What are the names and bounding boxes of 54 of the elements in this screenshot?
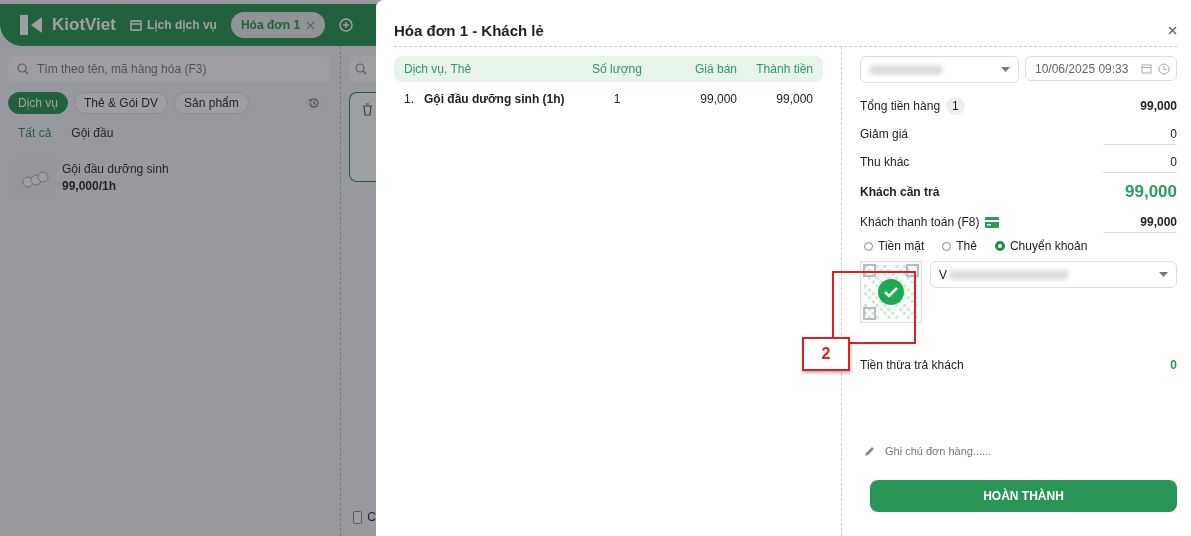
column-header: Dịch vụ, Thẻ <box>404 62 473 76</box>
logo-icon <box>20 13 44 37</box>
summary-label: Giảm giá <box>860 127 909 141</box>
column-header: Thành tiền <box>755 62 813 76</box>
close-icon[interactable] <box>306 20 316 30</box>
category-chip[interactable]: Thẻ & Gói DV <box>74 92 169 114</box>
column-header: Số lượng <box>591 62 643 76</box>
caret-icon <box>1159 272 1168 277</box>
summary-label: Thu khác <box>860 155 910 169</box>
payment-method-radio[interactable]: Thẻ <box>942 239 977 253</box>
table-cell-text: 99,000 <box>699 92 737 106</box>
category-chip[interactable]: Sản phẩm <box>174 92 249 114</box>
calendar-icon <box>129 19 142 31</box>
pencil-icon <box>864 445 875 457</box>
checkbox-label: C <box>367 510 376 524</box>
count-badge: 1 <box>946 97 965 115</box>
service-name: Gội đầu dưỡng sinh (1h) <box>424 92 565 106</box>
summary-value: 99,000 <box>1140 99 1177 113</box>
column-header: Giá bán <box>693 62 737 76</box>
checkbox[interactable] <box>353 510 363 524</box>
qr-code-drawing <box>860 261 922 323</box>
add-icon[interactable] <box>339 18 354 32</box>
search-input[interactable]: Tìm theo tên, mã hàng hóa (F3) <box>35 61 321 77</box>
summary-label: Khách thanh toán (F8) <box>860 215 980 229</box>
table-cell-text: 99,000 <box>775 92 813 106</box>
bank-account-dropdown[interactable]: V <box>930 261 1177 288</box>
history-icon[interactable] <box>306 95 322 111</box>
dialog-title: Hóa đơn 1 - Khách lẻ <box>394 21 544 39</box>
search-icon[interactable] <box>355 63 367 75</box>
trash-icon[interactable] <box>362 103 373 116</box>
calendar-icon[interactable] <box>1141 63 1152 74</box>
search-icon <box>17 63 29 75</box>
step-label: 2 <box>802 337 850 371</box>
payment-method-radio[interactable]: Tiền mặt <box>864 239 925 253</box>
group-filter[interactable]: Gội đầu <box>71 126 114 140</box>
close-icon <box>1168 26 1177 35</box>
table-cell-text: 1 <box>612 92 622 106</box>
row-number: 1. <box>404 92 414 106</box>
change-amount: 0 <box>1170 358 1177 372</box>
logo-text: KiotViet <box>52 15 116 35</box>
product-price: 99,000/1h <box>62 179 118 193</box>
staff-dropdown[interactable] <box>860 56 1019 83</box>
search-field[interactable]: Tìm theo tên, mã hàng hóa (F3) <box>8 56 330 82</box>
card-icon[interactable] <box>985 216 1000 228</box>
complete-button[interactable]: HOÀN THÀNH <box>870 480 1177 512</box>
caret-icon <box>1001 67 1010 72</box>
total-amount: 99,000 <box>1125 182 1177 202</box>
clock-icon[interactable] <box>1158 62 1170 75</box>
summary-label: Khách cần trả <box>860 185 940 199</box>
date-field[interactable]: 10/06/2025 09:33 <box>1025 56 1177 81</box>
summary-label: Tổng tiền hàng <box>860 99 941 113</box>
product-name[interactable]: Gội đầu dưỡng sinh <box>62 156 169 176</box>
change-label: Tiền thừa trả khách <box>860 358 964 372</box>
payment-method-radio[interactable]: Chuyển khoản <box>994 239 1088 253</box>
